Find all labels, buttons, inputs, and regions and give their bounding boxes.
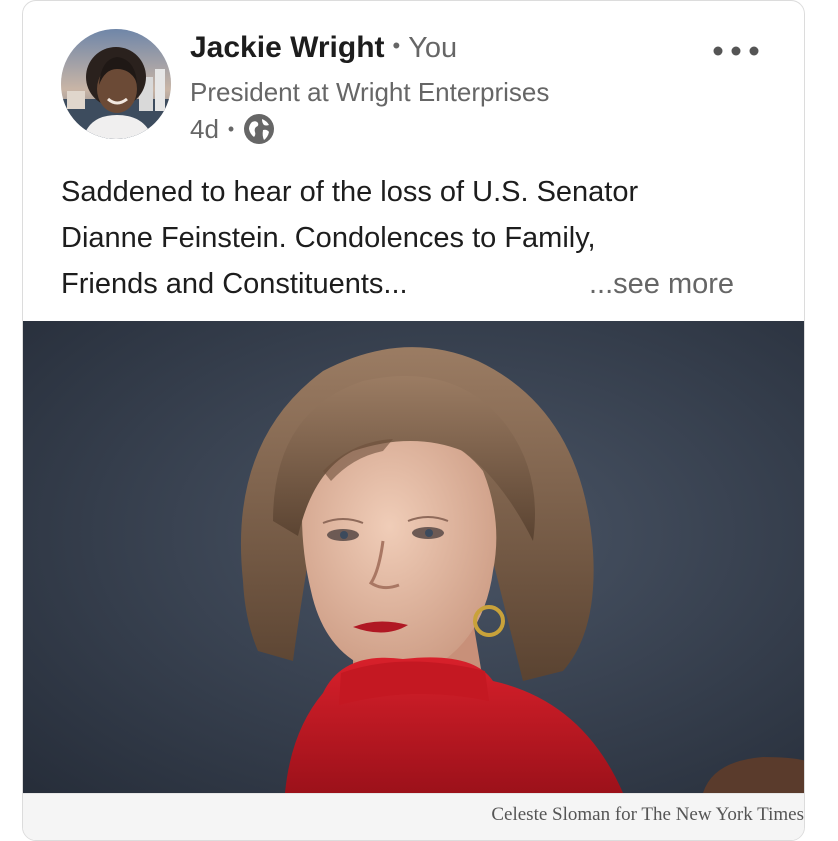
author-name[interactable]: Jackie Wright <box>190 31 385 64</box>
post-image[interactable] <box>23 321 804 793</box>
author-headline: President at Wright Enterprises <box>190 77 550 107</box>
author-line: Jackie Wright • You <box>190 31 457 65</box>
post-header: Jackie Wright • You President at Wright En… <box>23 1 804 159</box>
meta-separator: • <box>227 118 235 139</box>
image-credit: Celeste Sloman for The New York Times <box>491 804 804 825</box>
see-more-link[interactable]: ...see more <box>589 261 734 307</box>
globe-icon <box>243 113 275 145</box>
ellipsis-icon <box>713 46 759 56</box>
page: Jackie Wright • You President at Wright En… <box>0 0 838 841</box>
author-separator: • <box>392 33 401 58</box>
relation-label: You <box>408 32 458 64</box>
avatar-photo <box>61 29 171 139</box>
feed-post-card: Jackie Wright • You President at Wright En… <box>22 0 805 841</box>
post-age: 4d <box>190 113 219 144</box>
post-text-line: Saddened to hear of the loss of U.S. Sen… <box>61 176 639 208</box>
post-meta: 4d • <box>190 113 275 145</box>
more-options-button[interactable] <box>708 37 764 65</box>
image-credit-bar: Celeste Sloman for The New York Times <box>23 793 804 840</box>
post-text-line: Dianne Feinstein. Condolences to Family, <box>61 222 596 254</box>
author-avatar[interactable] <box>61 29 171 139</box>
portrait-photo <box>23 321 804 793</box>
